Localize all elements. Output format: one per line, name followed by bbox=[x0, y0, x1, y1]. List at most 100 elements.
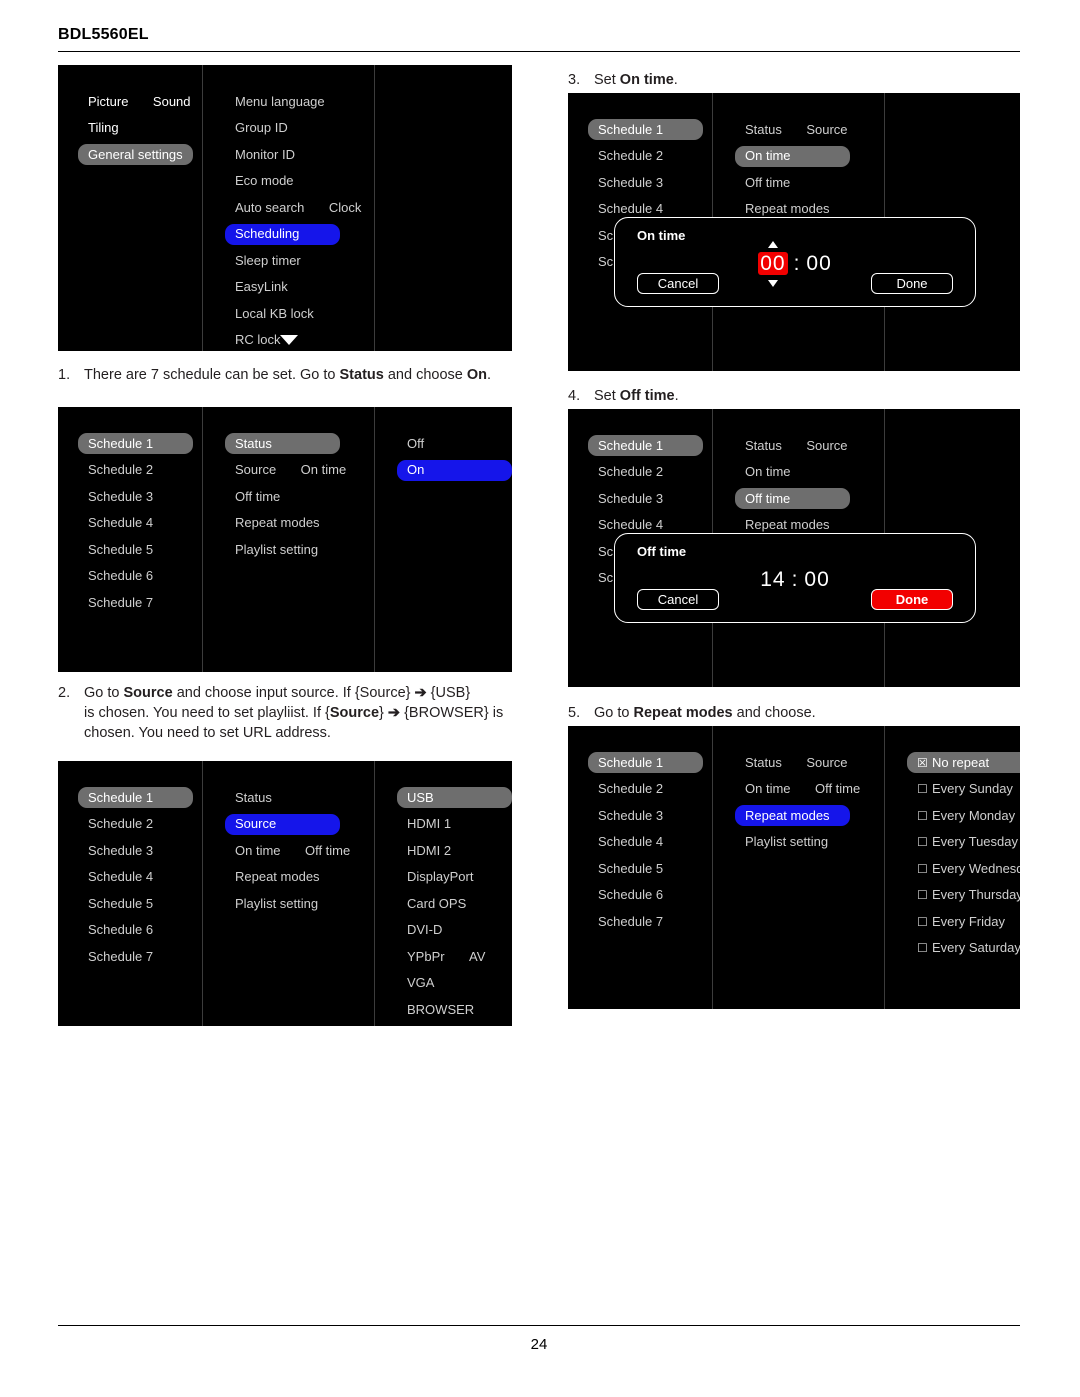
schedule-item-6[interactable]: Schedule 6 bbox=[78, 920, 163, 941]
checkbox-checked-icon[interactable]: ☒ bbox=[917, 757, 928, 769]
schedule-item-1[interactable]: Schedule 1 bbox=[588, 119, 703, 140]
menu-item-group-id[interactable]: Group ID bbox=[225, 118, 298, 139]
menu-item-sound[interactable]: Sound bbox=[143, 91, 201, 112]
field-repeat-modes[interactable]: Repeat modes bbox=[225, 867, 330, 888]
schedule-item-1[interactable]: Schedule 1 bbox=[588, 752, 703, 773]
schedule-item-5[interactable]: Schedule 5 bbox=[78, 539, 163, 560]
field-repeat-modes[interactable]: Repeat modes bbox=[225, 513, 330, 534]
menu-item-menu-language[interactable]: Menu language bbox=[225, 91, 335, 112]
field-on-time[interactable]: On time bbox=[291, 460, 357, 481]
menu-item-general-settings[interactable]: General settings bbox=[78, 144, 193, 165]
schedule-item-4[interactable]: Schedule 4 bbox=[78, 867, 163, 888]
repeat-option-every-saturday[interactable]: ☐ Every Saturday bbox=[907, 938, 1020, 959]
field-status[interactable]: Status bbox=[735, 435, 792, 456]
chevron-down-icon[interactable] bbox=[279, 335, 298, 345]
repeat-option-every-tuesday[interactable]: ☐ Every Tuesday bbox=[907, 832, 1020, 853]
field-status[interactable]: Status bbox=[735, 119, 792, 140]
status-option-on[interactable]: On bbox=[397, 459, 512, 481]
source-option-av[interactable]: AV bbox=[459, 946, 495, 967]
source-option-card-ops[interactable]: Card OPS bbox=[397, 893, 476, 914]
on-time-done-button[interactable]: Done bbox=[871, 273, 953, 294]
osd-on-time-panel[interactable]: Schedule 1 Schedule 2 Schedule 3 Schedul… bbox=[568, 93, 1020, 371]
checkbox-unchecked-icon[interactable]: ☐ bbox=[917, 836, 928, 848]
field-playlist-setting[interactable]: Playlist setting bbox=[225, 539, 328, 560]
schedule-item-6[interactable]: Schedule 6 bbox=[588, 885, 673, 906]
minutes-value[interactable]: 00 bbox=[806, 252, 831, 275]
schedule-item-2[interactable]: Schedule 2 bbox=[78, 460, 163, 481]
field-on-time[interactable]: On time bbox=[735, 779, 801, 800]
menu-item-eco-mode[interactable]: Eco mode bbox=[225, 171, 304, 192]
checkbox-unchecked-icon[interactable]: ☐ bbox=[917, 889, 928, 901]
checkbox-unchecked-icon[interactable]: ☐ bbox=[917, 810, 928, 822]
schedule-item-1[interactable]: Schedule 1 bbox=[78, 787, 193, 808]
menu-item-clock[interactable]: Clock bbox=[319, 197, 372, 218]
schedule-item-7[interactable]: Schedule 7 bbox=[78, 592, 163, 613]
schedule-item-5[interactable]: Schedule 5 bbox=[78, 893, 163, 914]
osd-general-settings-panel[interactable]: Picture Sound Tiling General settings Me… bbox=[58, 65, 512, 351]
source-option-usb[interactable]: USB bbox=[397, 787, 512, 808]
schedule-item-4[interactable]: Schedule 4 bbox=[588, 832, 673, 853]
osd-schedule-status-panel[interactable]: Schedule 1 Schedule 2 Schedule 3 Schedul… bbox=[58, 407, 512, 672]
hours-value[interactable]: 14 bbox=[760, 568, 785, 591]
repeat-option-every-sunday[interactable]: ☐ Every Sunday bbox=[907, 779, 1020, 800]
field-off-time[interactable]: Off time bbox=[225, 486, 290, 507]
hours-value[interactable]: 00 bbox=[758, 252, 788, 275]
menu-item-picture[interactable]: Picture bbox=[78, 91, 138, 112]
field-status[interactable]: Status bbox=[225, 433, 340, 454]
status-option-off[interactable]: Off bbox=[397, 433, 434, 454]
caret-down-icon[interactable] bbox=[767, 280, 778, 287]
schedule-item-4[interactable]: Schedule 4 bbox=[78, 513, 163, 534]
off-time-done-button[interactable]: Done bbox=[871, 589, 953, 610]
field-on-time[interactable]: On time bbox=[225, 840, 291, 861]
source-option-dvi-d[interactable]: DVI-D bbox=[397, 920, 452, 941]
field-off-time[interactable]: Off time bbox=[805, 779, 870, 800]
field-on-time[interactable]: On time bbox=[735, 462, 801, 483]
schedule-item-3[interactable]: Schedule 3 bbox=[78, 840, 163, 861]
field-source[interactable]: Source bbox=[796, 119, 857, 140]
schedule-item-3[interactable]: Schedule 3 bbox=[588, 172, 673, 193]
menu-item-easylink[interactable]: EasyLink bbox=[225, 277, 298, 298]
schedule-item-3[interactable]: Schedule 3 bbox=[588, 488, 673, 509]
field-source[interactable]: Source bbox=[225, 813, 340, 835]
source-option-browser[interactable]: BROWSER bbox=[397, 999, 484, 1020]
field-playlist-setting[interactable]: Playlist setting bbox=[225, 893, 328, 914]
schedule-item-2[interactable]: Schedule 2 bbox=[78, 814, 163, 835]
field-status[interactable]: Status bbox=[735, 752, 792, 773]
field-repeat-modes[interactable]: Repeat modes bbox=[735, 805, 850, 826]
off-time-dialog[interactable]: Off time 14:00 Cancel Done bbox=[614, 533, 976, 623]
field-source[interactable]: Source bbox=[796, 435, 857, 456]
repeat-option-no-repeat[interactable]: ☒ No repeat bbox=[907, 752, 1020, 773]
source-option-hdmi-1[interactable]: HDMI 1 bbox=[397, 814, 461, 835]
schedule-item-5[interactable]: Schedule 5 bbox=[588, 858, 673, 879]
repeat-option-every-monday[interactable]: ☐ Every Monday bbox=[907, 805, 1020, 826]
checkbox-unchecked-icon[interactable]: ☐ bbox=[917, 942, 928, 954]
schedule-item-7[interactable]: Schedule 7 bbox=[588, 911, 673, 932]
field-source[interactable]: Source bbox=[225, 460, 286, 481]
minutes-value[interactable]: 00 bbox=[804, 568, 829, 591]
on-time-dialog[interactable]: On time 00:00 Cancel Done bbox=[614, 217, 976, 307]
source-option-ypbpr[interactable]: YPbPr bbox=[397, 946, 455, 967]
source-option-vga[interactable]: VGA bbox=[397, 973, 444, 994]
source-option-displayport[interactable]: DisplayPort bbox=[397, 867, 483, 888]
field-status[interactable]: Status bbox=[225, 787, 282, 808]
osd-off-time-panel[interactable]: Schedule 1 Schedule 2 Schedule 3 Schedul… bbox=[568, 409, 1020, 687]
repeat-option-every-thursday[interactable]: ☐ Every Thursday bbox=[907, 885, 1020, 906]
schedule-item-2[interactable]: Schedule 2 bbox=[588, 146, 673, 167]
hours-spinner[interactable]: 00 bbox=[758, 241, 788, 287]
schedule-item-2[interactable]: Schedule 2 bbox=[588, 462, 673, 483]
field-on-time[interactable]: On time bbox=[735, 145, 850, 167]
schedule-item-3[interactable]: Schedule 3 bbox=[78, 486, 163, 507]
field-off-time[interactable]: Off time bbox=[295, 840, 360, 861]
repeat-option-every-friday[interactable]: ☐ Every Friday bbox=[907, 911, 1015, 932]
checkbox-unchecked-icon[interactable]: ☐ bbox=[917, 863, 928, 875]
schedule-item-2[interactable]: Schedule 2 bbox=[588, 779, 673, 800]
field-playlist-setting[interactable]: Playlist setting bbox=[735, 832, 838, 853]
schedule-item-1[interactable]: Schedule 1 bbox=[78, 433, 193, 454]
checkbox-unchecked-icon[interactable]: ☐ bbox=[917, 783, 928, 795]
osd-repeat-modes-panel[interactable]: Schedule 1 Schedule 2 Schedule 3 Schedul… bbox=[568, 726, 1020, 1009]
schedule-item-7[interactable]: Schedule 7 bbox=[78, 946, 163, 967]
menu-item-local-kb-lock[interactable]: Local KB lock bbox=[225, 303, 324, 324]
menu-item-scheduling[interactable]: Scheduling bbox=[225, 223, 340, 245]
schedule-item-6[interactable]: Schedule 6 bbox=[78, 566, 163, 587]
repeat-option-every-wednesday[interactable]: ☐ Every Wednesday bbox=[907, 858, 1020, 879]
